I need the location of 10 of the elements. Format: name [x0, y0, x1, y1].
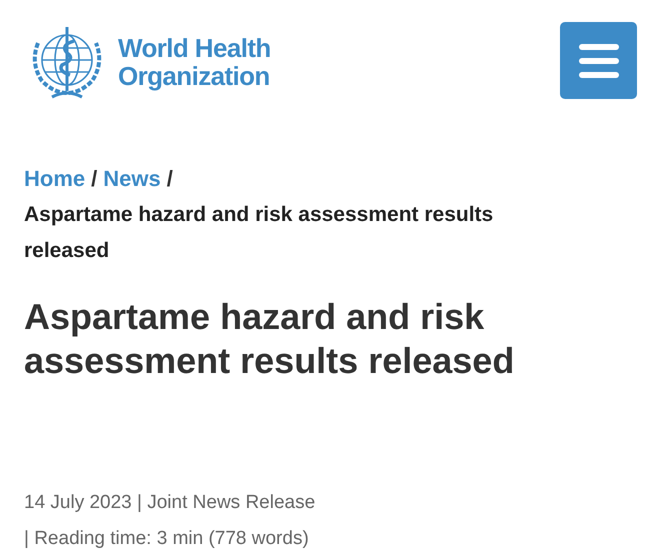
breadcrumb-current: Aspartame hazard and risk assessment results released — [24, 202, 494, 264]
breadcrumb-separator: / — [166, 166, 173, 191]
breadcrumb-separator: / — [91, 166, 98, 191]
breadcrumb-link[interactable]: Home — [24, 166, 86, 191]
menu-button[interactable] — [560, 22, 637, 99]
article-meta: | Reading time: 3 min (778 words) — [24, 527, 310, 551]
article-title: Aspartame hazard and risk assessment results released — [24, 295, 516, 383]
article-meta: 14 July 2023 | Joint News Release — [24, 491, 316, 515]
organization-name[interactable]: World Health Organization — [118, 34, 271, 90]
breadcrumb-link[interactable]: News — [103, 166, 161, 191]
